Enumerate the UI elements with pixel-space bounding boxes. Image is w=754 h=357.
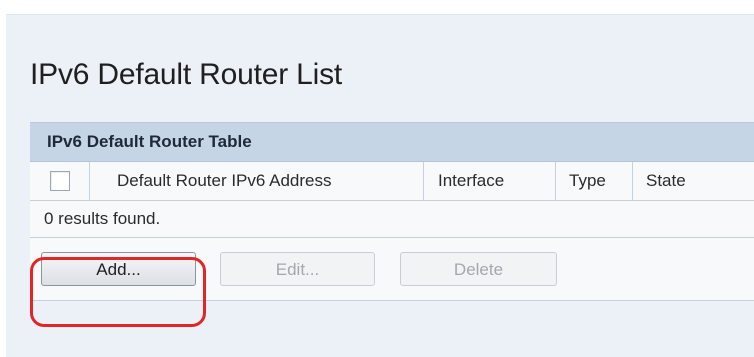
- table-header-row: Default Router IPv6 Address Interface Ty…: [30, 162, 754, 201]
- column-header-address[interactable]: Default Router IPv6 Address: [90, 162, 424, 200]
- column-header-state[interactable]: State: [633, 162, 754, 200]
- edit-button[interactable]: Edit...: [220, 252, 375, 286]
- results-status: 0 results found.: [30, 201, 754, 238]
- select-all-cell: [30, 162, 90, 200]
- delete-button[interactable]: Delete: [400, 252, 557, 286]
- select-all-checkbox[interactable]: [49, 171, 70, 191]
- page-title: IPv6 Default Router List: [30, 58, 343, 91]
- add-button-highlight-annotation: [30, 257, 206, 327]
- column-header-interface[interactable]: Interface: [424, 162, 556, 200]
- column-header-type[interactable]: Type: [556, 162, 633, 200]
- table-caption: IPv6 Default Router Table: [30, 122, 754, 162]
- page: IPv6 Default Router List IPv6 Default Ro…: [0, 0, 754, 357]
